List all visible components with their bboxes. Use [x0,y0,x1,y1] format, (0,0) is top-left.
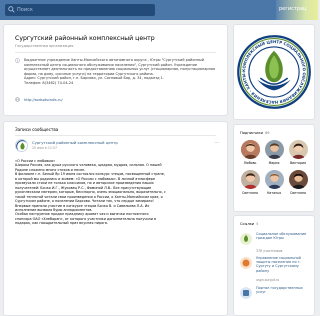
post-line: подарок, как поощрительный приз вкусная … [15,221,109,226]
link-subtitle: usgn.surgut.ru [256,278,280,282]
link-logo-icon [240,287,252,299]
link-thumbnail[interactable] [240,257,252,269]
divider [15,135,216,136]
person-photo [265,170,284,189]
subscriber-avatar[interactable] [265,170,284,189]
subscriber-name[interactable]: Любовь [238,161,262,165]
subscriber-avatar[interactable] [241,170,260,189]
info-icon [15,58,20,63]
subscriber-name[interactable]: Наталья [262,191,286,195]
group-website-link[interactable]: http://sodsotsradis.ru/ [24,98,63,102]
link-name[interactable]: Портал государственных услуг [256,286,312,294]
person-photo [289,170,308,189]
person-photo [241,170,260,189]
person-photo [241,140,260,159]
community-wall: Записи сообщества Сургутский районный ко… [3,121,228,316]
group-name: Сургутский районный комплексный центр [15,35,155,42]
link-name[interactable]: Управление социальной защиты населения п… [256,256,312,273]
group-phone: Телефон: 8(3462) 74-04-24 [24,80,74,85]
post-author-avatar[interactable] [15,139,28,152]
group-logo-card: КОМПЛЕКСНЫЙ ЦЕНТР СОЦИАЛЬНОГО ОБСЛУЖИВАН… [233,24,315,120]
group-type: Государственная организация [15,44,74,48]
link-thumbnail[interactable] [240,287,252,299]
group-logo[interactable]: КОМПЛЕКСНЫЙ ЦЕНТР СОЦИАЛЬНОГО ОБСЛУЖИВАН… [236,34,312,110]
post-date[interactable]: 20 июн в 11:57 [32,146,57,150]
link-subtitle: 378 участников [256,249,283,253]
subscribers-title[interactable]: Подписчики 66 [240,131,270,135]
wall-title[interactable]: Записи сообщества [15,127,58,132]
link-logo-icon [240,233,252,245]
post-author[interactable]: Сургутский районный комплексный центр [32,140,118,145]
group-info-card: Сургутский районный комплексный центр Го… [3,24,228,116]
links-title[interactable]: Ссылки 5 [240,222,258,226]
subscriber-avatar[interactable] [289,140,308,159]
subscribers-count: 66 [265,131,270,135]
search-icon [8,6,15,13]
subscribers-block: Подписчики 66 Любовь Мария Виктория Светл… [233,124,315,212]
subscriber-avatar[interactable] [265,140,284,159]
link-icon [15,97,20,102]
links-label: Ссылки [240,222,255,226]
divider [15,52,216,53]
subscriber-name[interactable]: Светлана [286,191,310,195]
person-photo [265,140,284,159]
post-text: «О России с любовью» Широка Россия, как … [15,159,220,226]
logo-mini-icon [16,140,27,151]
link-thumbnail[interactable] [240,233,252,245]
links-count: 5 [256,222,259,226]
links-block: Ссылки 5 Социальное обслуживание граждан … [233,215,315,316]
subscriber-name[interactable]: Виктория [286,161,310,165]
person-photo [289,140,308,159]
group-description: Бюджетное учреждение Ханты-Мансийского а… [24,58,219,86]
register-label: регистрац [279,6,307,12]
subscriber-avatar[interactable] [241,140,260,159]
top-bar: Поиск регистрац [0,0,318,20]
description-text: Бюджетное учреждение Ханты-Мансийского а… [24,58,216,76]
link-logo-icon [240,257,252,269]
subscriber-name[interactable]: Светлана [238,191,262,195]
subscriber-name[interactable]: Мария [262,161,286,165]
search-input[interactable]: Поиск [5,4,155,16]
post-menu-icon[interactable]: ··· [214,140,219,146]
search-placeholder: Поиск [17,7,33,13]
subscribers-label: Подписчики [240,131,264,135]
link-name[interactable]: Социальное обслуживание граждан Югры [256,232,312,240]
subscriber-avatar[interactable] [289,170,308,189]
register-link[interactable]: регистрац [276,0,318,20]
